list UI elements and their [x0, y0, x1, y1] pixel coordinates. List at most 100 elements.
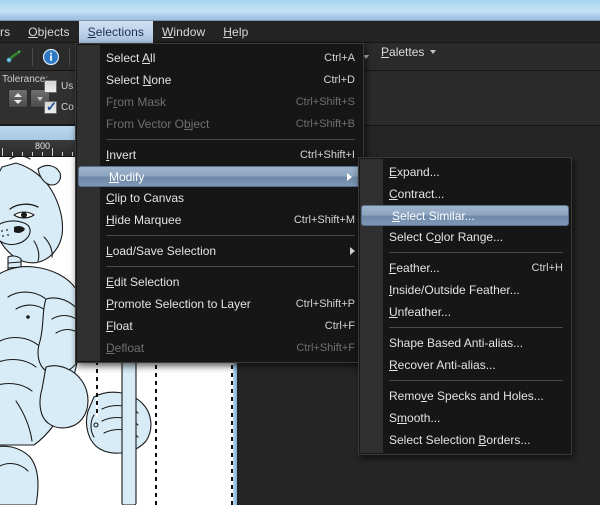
menu-item-modify[interactable]: Modify: [78, 166, 361, 187]
window-title-strip: [0, 0, 600, 21]
menu-item-label: Select All: [106, 51, 156, 65]
menu-item-shortcut: Ctrl+Shift+B: [295, 118, 355, 130]
info-icon[interactable]: [39, 45, 63, 69]
menu-item-label: Unfeather...: [389, 305, 452, 319]
menubar-item-window[interactable]: Window: [153, 21, 214, 43]
menu-item-promote-selection-to-layer[interactable]: Promote Selection to Layer Ctrl+Shift+P: [76, 293, 363, 315]
menu-item-feather[interactable]: Feather... Ctrl+H: [359, 257, 571, 279]
menu-item-label: Invert: [106, 148, 137, 162]
menu-item-label: Modify: [109, 169, 145, 184]
menu-item-shortcut: Ctrl+H: [531, 262, 563, 274]
menu-item-label: Select Color Range...: [389, 230, 504, 244]
menu-item-defloat: Defloat Ctrl+Shift+F: [76, 337, 363, 359]
tolerance-label: Tolerance:: [2, 74, 49, 85]
menu-item-invert[interactable]: Invert Ctrl+Shift+I: [76, 144, 363, 166]
menu-item-label: From Vector Object: [106, 117, 210, 131]
tolerance-spinner-buttons[interactable]: [8, 89, 28, 108]
palettes-menu-button[interactable]: Palettes: [376, 45, 441, 59]
ruler-tick: [22, 152, 23, 156]
menu-item-label: Feather...: [389, 261, 440, 275]
menu-item-shortcut: Ctrl+Shift+S: [295, 96, 355, 108]
menubar-item-help[interactable]: Help: [214, 21, 257, 43]
menu-item-expand[interactable]: Expand...: [359, 161, 571, 183]
menu-item-label: Shape Based Anti-alias...: [389, 336, 524, 350]
menu-item-label: Smooth...: [389, 411, 441, 425]
menu-item-label: Select None: [106, 73, 172, 87]
menubar-item-rs[interactable]: rs: [0, 21, 19, 43]
ruler-tick: [32, 152, 33, 156]
menu-item-contract[interactable]: Contract...: [359, 183, 571, 205]
menu-item-select-all[interactable]: Select All Ctrl+A: [76, 47, 363, 69]
palettes-label: Palettes: [381, 45, 425, 59]
contiguous-checkbox-row[interactable]: Co: [44, 99, 74, 115]
menu-item-shortcut: Ctrl+Shift+F: [296, 342, 355, 354]
menu-separator: [106, 266, 355, 267]
menu-item-label: Float: [106, 319, 133, 333]
modify-submenu[interactable]: Expand... Contract... Select Similar... Sel…: [358, 157, 572, 455]
use-all-layers-checkbox[interactable]: [44, 80, 57, 93]
use-all-layers-label: Us: [61, 81, 74, 92]
menu-item-label: Defloat: [106, 341, 145, 355]
toolbar-separator-2: [69, 47, 70, 66]
chevron-down-icon: [430, 50, 437, 54]
menu-item-label: Edit Selection: [106, 275, 180, 289]
menu-item-inside-outside-feather[interactable]: Inside/Outside Feather...: [359, 279, 571, 301]
menu-item-select-selection-borders[interactable]: Select Selection Borders...: [359, 429, 571, 451]
menu-item-shortcut: Ctrl+A: [324, 52, 355, 64]
menu-item-label: Select Selection Borders...: [389, 433, 531, 447]
menu-item-shortcut: Ctrl+F: [324, 320, 355, 332]
menu-item-recover-anti-alias[interactable]: Recover Anti-alias...: [359, 354, 571, 376]
menu-item-smooth[interactable]: Smooth...: [359, 407, 571, 429]
menu-item-remove-specks-and-holes[interactable]: Remove Specks and Holes...: [359, 385, 571, 407]
menu-item-clip-to-canvas[interactable]: Clip to Canvas: [76, 187, 363, 209]
menu-item-label: Hide Marquee: [106, 213, 182, 227]
menu-item-load-save-selection[interactable]: Load/Save Selection: [76, 240, 363, 262]
menu-item-select-none[interactable]: Select None Ctrl+D: [76, 69, 363, 91]
menu-item-float[interactable]: Float Ctrl+F: [76, 315, 363, 337]
ruler-tick: [62, 152, 63, 156]
ruler-tick: [52, 148, 53, 156]
menubar-item-selections[interactable]: Selections: [78, 20, 153, 43]
ruler-tick: [42, 152, 43, 156]
menu-item-shape-based-anti-alias[interactable]: Shape Based Anti-alias...: [359, 332, 571, 354]
menu-item-unfeather[interactable]: Unfeather...: [359, 301, 571, 323]
menu-separator: [106, 139, 355, 140]
menu-separator: [106, 235, 355, 236]
menu-item-hide-marquee[interactable]: Hide Marquee Ctrl+Shift+M: [76, 209, 363, 231]
arrow-up-icon: [14, 93, 22, 98]
chevron-right-icon: [347, 172, 352, 181]
menu-item-label: Load/Save Selection: [106, 244, 217, 258]
paint-drip-icon[interactable]: [2, 45, 26, 69]
menu-separator: [389, 252, 563, 253]
menu-item-select-similar[interactable]: Select Similar...: [361, 205, 569, 226]
ruler-tick-label: 800: [35, 141, 51, 151]
chevron-down-icon: [37, 96, 43, 101]
menu-item-shortcut: Ctrl+Shift+P: [295, 298, 355, 310]
selections-dropdown-menu[interactable]: Select All Ctrl+A Select None Ctrl+D From Ma…: [75, 43, 364, 363]
menu-item-from-vector-object: From Vector Object Ctrl+Shift+B: [76, 113, 363, 135]
arrow-down-icon: [14, 99, 22, 104]
menu-item-label: Select Similar...: [392, 208, 475, 223]
menu-item-select-color-range[interactable]: Select Color Range...: [359, 226, 571, 248]
application-window: rs Objects Selections Window Help Palett…: [0, 0, 600, 505]
menubar-item-objects[interactable]: Objects: [19, 21, 78, 43]
menu-item-label: Clip to Canvas: [106, 191, 185, 205]
menu-item-edit-selection[interactable]: Edit Selection: [76, 271, 363, 293]
ruler-tick: [72, 152, 73, 156]
menu-item-label: From Mask: [106, 95, 167, 109]
menu-item-shortcut: Ctrl+D: [323, 74, 355, 86]
contiguous-label: Co: [61, 102, 74, 113]
ruler-tick: [2, 148, 3, 156]
menu-bar: rs Objects Selections Window Help: [0, 20, 600, 43]
contiguous-checkbox[interactable]: [44, 99, 57, 115]
menu-item-shortcut: Ctrl+Shift+M: [293, 214, 355, 226]
use-all-layers-checkbox-row[interactable]: Us: [44, 80, 73, 93]
menu-item-from-mask: From Mask Ctrl+Shift+S: [76, 91, 363, 113]
menu-item-label: Promote Selection to Layer: [106, 297, 251, 311]
menu-item-shortcut: Ctrl+Shift+I: [299, 149, 355, 161]
ruler-tick: [12, 152, 13, 156]
toolbar-separator-1: [32, 47, 33, 66]
menu-item-label: Inside/Outside Feather...: [389, 283, 520, 297]
menu-separator: [389, 327, 563, 328]
menu-item-label: Expand...: [389, 165, 440, 179]
